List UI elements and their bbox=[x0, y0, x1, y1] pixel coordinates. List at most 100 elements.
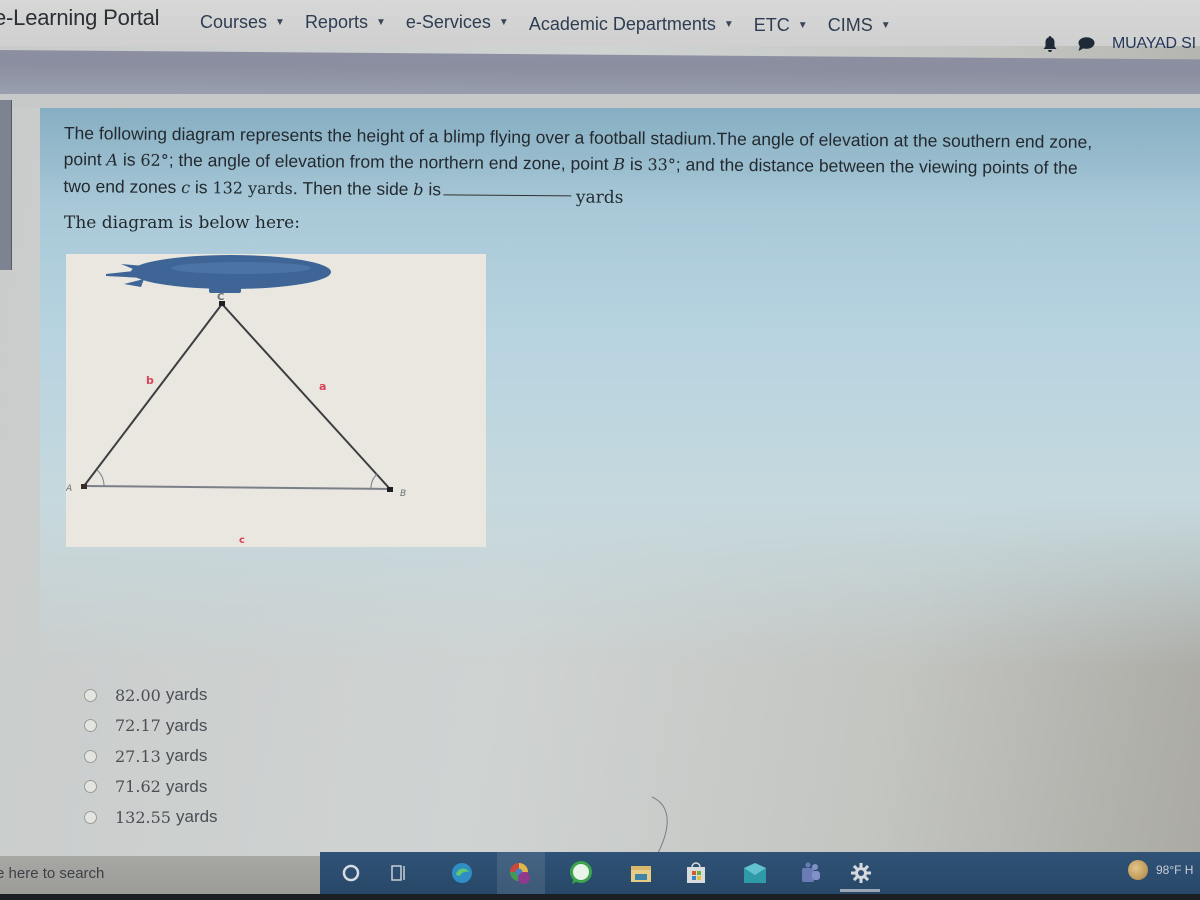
angle-a-arc bbox=[96, 469, 105, 488]
side-a-text: a bbox=[319, 380, 326, 393]
radio-button[interactable] bbox=[84, 719, 97, 733]
vertex-a-label: A bbox=[66, 484, 72, 494]
angle-b-value: 33° bbox=[647, 155, 676, 175]
text: point bbox=[63, 148, 107, 170]
radio-button[interactable] bbox=[84, 749, 97, 763]
nav-menu: Courses ▼ Reports ▼ e-Services ▼ Academi… bbox=[200, 9, 911, 36]
nav-user-area: MUAYAD SI bbox=[1040, 34, 1196, 54]
cable-reflection bbox=[651, 796, 668, 854]
active-app-indicator bbox=[840, 889, 880, 892]
side-a-line bbox=[221, 303, 391, 490]
screen-bezel bbox=[0, 894, 1200, 900]
edge-icon[interactable] bbox=[449, 860, 475, 886]
answer-options: 82.00 yards 72.17 yards 27.13 yards 71.6… bbox=[84, 680, 218, 833]
caret-down-icon: ▼ bbox=[880, 20, 891, 31]
side-c-line bbox=[83, 485, 391, 490]
option-unit: yards bbox=[165, 746, 208, 766]
vertex-b-point bbox=[387, 487, 393, 492]
caret-down-icon: ▼ bbox=[275, 17, 285, 28]
nav-e-services-label: e-Services bbox=[405, 12, 491, 32]
option-value: 27.13 bbox=[115, 746, 161, 766]
point-a-label: A bbox=[106, 150, 119, 170]
taskbar-search-input[interactable]: e here to search bbox=[0, 865, 104, 882]
chrome-icon[interactable] bbox=[507, 860, 533, 886]
mail-icon[interactable] bbox=[742, 860, 768, 886]
nav-reports-label: Reports bbox=[304, 12, 368, 32]
blimp-icon bbox=[106, 255, 331, 293]
weather-sun-icon bbox=[1128, 860, 1148, 880]
option-value: 71.62 bbox=[115, 777, 161, 797]
settings-gear-icon[interactable] bbox=[848, 860, 874, 886]
distance-value: 132 bbox=[212, 178, 244, 198]
question-text: The following diagram represents the hei… bbox=[63, 120, 1164, 210]
caret-down-icon: ▼ bbox=[723, 19, 734, 30]
sidebar-edge bbox=[0, 100, 12, 270]
blimp-diagram: C A B b a c bbox=[66, 254, 486, 547]
nav-courses-label: Courses bbox=[200, 12, 268, 32]
nav-etc-label: ETC bbox=[753, 15, 790, 35]
whatsapp-icon[interactable] bbox=[568, 860, 594, 886]
task-view-icon[interactable] bbox=[386, 860, 412, 886]
side-b-line bbox=[83, 303, 223, 487]
portal-brand[interactable]: e-Learning Portal bbox=[0, 5, 160, 31]
nav-reports[interactable]: Reports ▼ bbox=[305, 12, 386, 33]
option-value: 72.17 bbox=[115, 716, 161, 736]
nav-courses[interactable]: Courses ▼ bbox=[200, 12, 285, 33]
bell-icon[interactable] bbox=[1040, 34, 1060, 54]
sub-strip bbox=[0, 94, 1200, 108]
radio-button[interactable] bbox=[84, 810, 97, 824]
nav-academic-departments[interactable]: Academic Departments ▼ bbox=[529, 14, 734, 35]
option-value: 82.00 bbox=[115, 685, 161, 705]
top-navbar: e-Learning Portal Courses ▼ Reports ▼ e-… bbox=[0, 0, 1200, 46]
nav-cims-label: CIMS bbox=[827, 15, 873, 35]
option-3[interactable]: 27.13 yards bbox=[84, 741, 218, 772]
cortana-icon[interactable] bbox=[338, 860, 364, 886]
side-b-label: b bbox=[413, 180, 424, 200]
triangle bbox=[81, 301, 393, 492]
side-c-text: c bbox=[239, 535, 245, 546]
answer-blank bbox=[443, 194, 572, 197]
radio-button[interactable] bbox=[84, 780, 97, 794]
vertex-c-label: C bbox=[217, 292, 224, 303]
distance-units: yards. bbox=[242, 178, 298, 199]
nav-cims[interactable]: CIMS ▼ bbox=[828, 15, 891, 36]
diagram-caption: The diagram is below here: bbox=[64, 213, 300, 233]
nav-etc[interactable]: ETC ▼ bbox=[754, 15, 808, 36]
teams-icon[interactable] bbox=[797, 860, 823, 886]
text: is bbox=[117, 149, 141, 170]
vertex-b-label: B bbox=[400, 489, 406, 499]
user-menu[interactable]: MUAYAD SI bbox=[1112, 35, 1196, 53]
option-unit: yards bbox=[165, 685, 208, 705]
radio-button[interactable] bbox=[84, 688, 97, 702]
option-unit: yards bbox=[165, 776, 208, 796]
text: ; and the distance between the viewing p… bbox=[675, 154, 1078, 178]
side-c-label: c bbox=[181, 178, 191, 198]
text: ; the angle of elevation from the northe… bbox=[168, 149, 614, 174]
option-2[interactable]: 72.17 yards bbox=[84, 711, 218, 742]
option-5[interactable]: 132.55 yards bbox=[84, 802, 218, 833]
text: is bbox=[423, 179, 442, 200]
option-4[interactable]: 71.62 yards bbox=[84, 772, 218, 803]
angle-a-value: 62° bbox=[140, 150, 169, 170]
side-b-text: b bbox=[146, 374, 154, 387]
answer-units: yards bbox=[575, 187, 624, 208]
file-explorer-icon[interactable] bbox=[628, 860, 654, 886]
option-1[interactable]: 82.00 yards bbox=[84, 680, 218, 711]
caret-down-icon: ▼ bbox=[797, 20, 808, 31]
caret-down-icon: ▼ bbox=[498, 17, 509, 28]
caret-down-icon: ▼ bbox=[375, 17, 386, 28]
diagram-svg: C A B b a c bbox=[66, 255, 406, 546]
nav-academic-departments-label: Academic Departments bbox=[528, 14, 716, 34]
weather-widget[interactable]: 98°F H bbox=[1128, 860, 1193, 880]
text: Then the side bbox=[297, 178, 414, 200]
nav-e-services[interactable]: e-Services ▼ bbox=[406, 12, 509, 33]
option-value: 132.55 bbox=[115, 807, 171, 827]
chat-bubble-icon[interactable] bbox=[1076, 34, 1096, 54]
text: two end zones bbox=[63, 175, 182, 198]
angle-b-arc bbox=[370, 473, 378, 490]
point-b-label: B bbox=[613, 154, 626, 174]
text: is bbox=[625, 153, 648, 175]
store-icon[interactable] bbox=[683, 860, 709, 886]
option-unit: yards bbox=[175, 807, 218, 827]
text: is bbox=[190, 177, 213, 198]
